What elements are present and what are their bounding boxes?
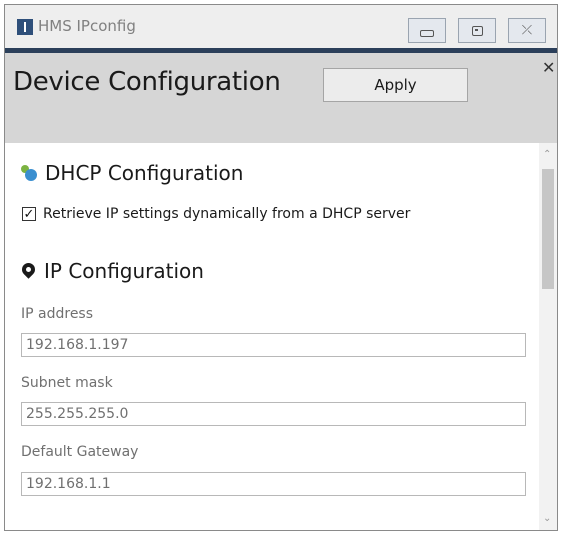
scroll-down-icon[interactable]: ⌄ bbox=[543, 513, 551, 524]
dhcp-heading-text: DHCP Configuration bbox=[45, 161, 244, 185]
subnet-mask-field[interactable]: 255.255.255.0 bbox=[21, 402, 526, 426]
dhcp-section-heading: DHCP Configuration bbox=[21, 161, 243, 185]
dhcp-checkbox[interactable]: ✓ bbox=[22, 207, 36, 221]
ip-address-label: IP address bbox=[21, 306, 94, 322]
ip-heading-text: IP Configuration bbox=[44, 259, 204, 283]
dhcp-checkbox-row[interactable]: ✓ Retrieve IP settings dynamically from … bbox=[22, 206, 410, 222]
network-globe-icon bbox=[21, 165, 37, 181]
default-gateway-label: Default Gateway bbox=[21, 444, 139, 460]
configuration-panel: DHCP Configuration ✓ Retrieve IP setting… bbox=[5, 143, 539, 530]
app-window: HMS IPconfig ⤫ Device Configuration Appl… bbox=[4, 4, 558, 531]
subnet-mask-label: Subnet mask bbox=[21, 375, 113, 391]
minimize-icon bbox=[420, 30, 434, 37]
vertical-scrollbar[interactable]: ⌃ ⌄ bbox=[539, 143, 557, 530]
dismiss-icon[interactable]: ✕ bbox=[542, 58, 555, 77]
location-pin-icon bbox=[21, 263, 36, 279]
dhcp-checkbox-label[interactable]: Retrieve IP settings dynamically from a … bbox=[43, 206, 410, 222]
default-gateway-field[interactable]: 192.168.1.1 bbox=[21, 472, 526, 496]
ip-address-field[interactable]: 192.168.1.197 bbox=[21, 333, 526, 357]
title-bar[interactable]: HMS IPconfig ⤫ bbox=[5, 5, 557, 48]
page-title: Device Configuration bbox=[13, 67, 281, 97]
close-button[interactable]: ⤫ bbox=[508, 18, 546, 43]
scroll-thumb[interactable] bbox=[542, 169, 554, 289]
close-icon: ⤫ bbox=[521, 23, 533, 38]
page-header: Device Configuration Apply ✕ bbox=[5, 53, 557, 143]
scroll-up-icon[interactable]: ⌃ bbox=[543, 149, 551, 160]
maximize-icon bbox=[471, 25, 483, 36]
ip-section-heading: IP Configuration bbox=[21, 259, 204, 283]
minimize-button[interactable] bbox=[408, 18, 446, 43]
maximize-button[interactable] bbox=[458, 18, 496, 43]
apply-button[interactable]: Apply bbox=[323, 68, 468, 102]
app-logo-icon bbox=[17, 19, 33, 35]
window-title: HMS IPconfig bbox=[38, 17, 136, 35]
